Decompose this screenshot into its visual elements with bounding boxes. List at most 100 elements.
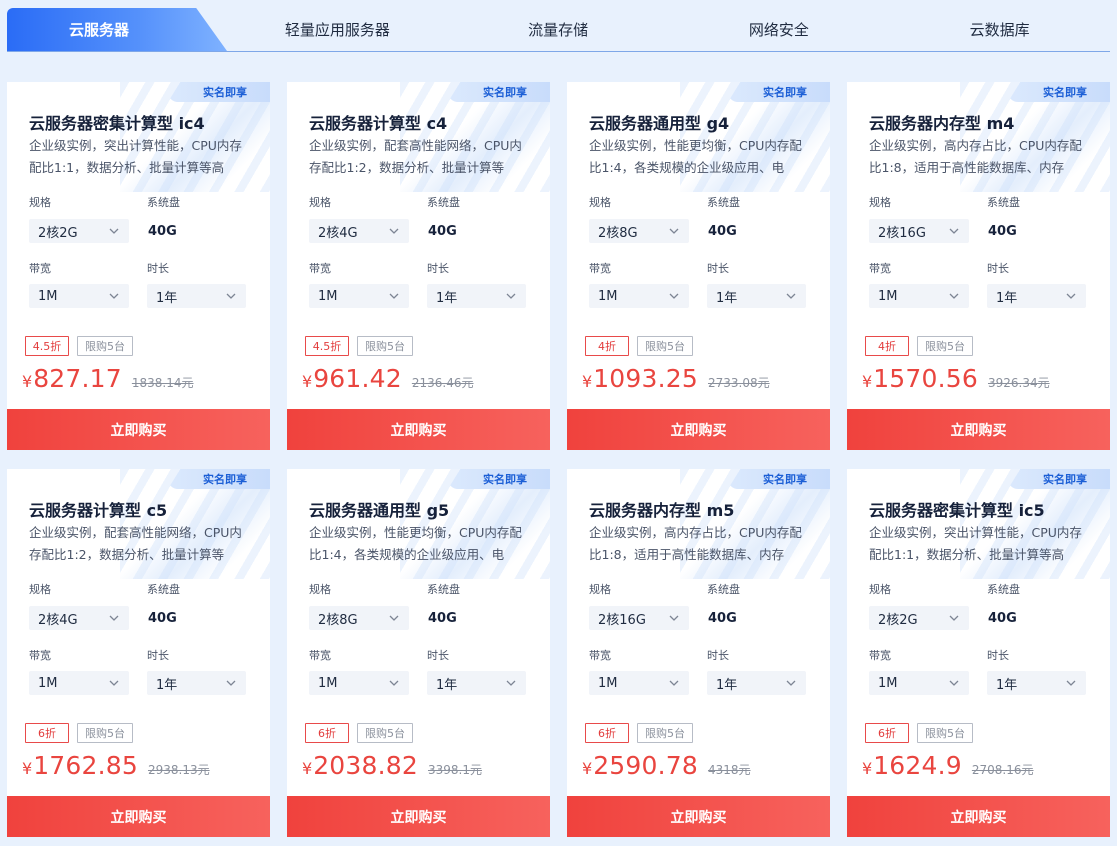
duration-select[interactable]: 1年 <box>987 671 1086 695</box>
chevron-down-icon <box>109 228 119 234</box>
verified-badge: 实名即享 <box>728 82 830 102</box>
spec-select[interactable]: 2核4G <box>309 219 409 243</box>
duration-select[interactable]: 1年 <box>147 284 246 308</box>
price-row: ¥ 1570.56 3926.34元 <box>862 364 1050 393</box>
chevron-down-icon <box>949 293 959 299</box>
bandwidth-select[interactable]: 1M <box>589 284 689 308</box>
duration-value: 1年 <box>156 290 178 306</box>
discount-badge: 4.5折 <box>305 336 349 356</box>
spec-label: 规格 <box>29 583 51 596</box>
spec-value: 2核2G <box>38 225 78 241</box>
product-description: 企业级实例，突出计算性能，CPU内存配比1:1，数据分析、批量计算等高 <box>869 525 1082 562</box>
buy-now-button[interactable]: 立即购买 <box>287 796 550 837</box>
buy-now-button[interactable]: 立即购买 <box>567 796 830 837</box>
duration-label: 时长 <box>707 649 729 662</box>
currency-symbol: ¥ <box>22 372 33 391</box>
discount-badge: 6折 <box>305 723 349 743</box>
disk-label: 系统盘 <box>427 583 460 596</box>
duration-value: 1年 <box>436 290 458 306</box>
chevron-down-icon <box>389 293 399 299</box>
chevron-down-icon <box>949 680 959 686</box>
bandwidth-select[interactable]: 1M <box>869 284 969 308</box>
currency-symbol: ¥ <box>862 759 873 778</box>
bandwidth-value: 1M <box>598 288 618 304</box>
bandwidth-label: 带宽 <box>589 649 611 662</box>
purchase-limit-badge: 限购5台 <box>917 336 973 356</box>
verified-badge: 实名即享 <box>1008 469 1110 489</box>
price-row: ¥ 1093.25 2733.08元 <box>582 364 770 393</box>
bandwidth-value: 1M <box>318 675 338 691</box>
product-description: 企业级实例，性能更均衡，CPU内存配比1:4，各类规模的企业级应用、电 <box>589 138 802 175</box>
bandwidth-label: 带宽 <box>29 649 51 662</box>
spec-select[interactable]: 2核16G <box>869 219 969 243</box>
product-description: 企业级实例，配套高性能网络，CPU内存配比1:2，数据分析、批量计算等 <box>29 525 242 562</box>
sale-price: 827.17 <box>33 364 122 393</box>
tab-lightweight-server[interactable]: 轻量应用服务器 <box>227 8 448 51</box>
disk-label: 系统盘 <box>707 583 740 596</box>
spec-select[interactable]: 2核8G <box>589 219 689 243</box>
product-card: 实名即享 云服务器通用型 g5 企业级实例，性能更均衡，CPU内存配比1:4，各… <box>287 469 550 837</box>
discount-badge: 6折 <box>25 723 69 743</box>
spec-select[interactable]: 2核2G <box>29 219 129 243</box>
sale-price: 1570.56 <box>873 364 978 393</box>
chevron-down-icon <box>1066 680 1076 686</box>
bandwidth-label: 带宽 <box>869 649 891 662</box>
spec-select[interactable]: 2核8G <box>309 606 409 630</box>
sale-price: 2590.78 <box>593 751 698 780</box>
chevron-down-icon <box>1066 293 1076 299</box>
currency-symbol: ¥ <box>862 372 873 391</box>
bandwidth-select[interactable]: 1M <box>309 284 409 308</box>
duration-select[interactable]: 1年 <box>427 671 526 695</box>
discount-badge: 4.5折 <box>25 336 69 356</box>
duration-select[interactable]: 1年 <box>707 284 806 308</box>
duration-select[interactable]: 1年 <box>427 284 526 308</box>
duration-select[interactable]: 1年 <box>987 284 1086 308</box>
tab-traffic-storage[interactable]: 流量存储 <box>448 8 669 51</box>
disk-label: 系统盘 <box>147 583 180 596</box>
price-row: ¥ 2590.78 4318元 <box>582 751 751 780</box>
verified-badge: 实名即享 <box>448 469 550 489</box>
tab-cloud-server[interactable]: 云服务器 <box>7 8 227 51</box>
buy-now-button[interactable]: 立即购买 <box>847 796 1110 837</box>
duration-select[interactable]: 1年 <box>707 671 806 695</box>
chevron-down-icon <box>506 680 516 686</box>
buy-now-button[interactable]: 立即购买 <box>567 409 830 450</box>
sale-price: 961.42 <box>313 364 402 393</box>
purchase-limit-badge: 限购5台 <box>357 723 413 743</box>
currency-symbol: ¥ <box>582 372 593 391</box>
buy-now-button[interactable]: 立即购买 <box>847 409 1110 450</box>
purchase-limit-badge: 限购5台 <box>77 723 133 743</box>
bandwidth-select[interactable]: 1M <box>29 671 129 695</box>
buy-now-button[interactable]: 立即购买 <box>287 409 550 450</box>
disk-value: 40G <box>988 611 1017 626</box>
product-title: 云服务器计算型 c4 <box>309 114 448 133</box>
bandwidth-select[interactable]: 1M <box>29 284 129 308</box>
verified-badge: 实名即享 <box>168 469 270 489</box>
buy-now-button[interactable]: 立即购买 <box>7 796 270 837</box>
bandwidth-select[interactable]: 1M <box>589 671 689 695</box>
verified-badge: 实名即享 <box>1008 82 1110 102</box>
product-description: 企业级实例，高内存占比，CPU内存配比1:8，适用于高性能数据库、内存 <box>869 138 1082 175</box>
tab-cloud-database[interactable]: 云数据库 <box>889 8 1110 51</box>
bandwidth-select[interactable]: 1M <box>309 671 409 695</box>
duration-label: 时长 <box>707 262 729 275</box>
product-description: 企业级实例，配套高性能网络，CPU内存配比1:2，数据分析、批量计算等 <box>309 138 522 175</box>
discount-badge: 6折 <box>585 723 629 743</box>
chevron-down-icon <box>669 228 679 234</box>
bandwidth-select[interactable]: 1M <box>869 671 969 695</box>
bandwidth-label: 带宽 <box>589 262 611 275</box>
bandwidth-label: 带宽 <box>309 262 331 275</box>
tab-network-security[interactable]: 网络安全 <box>669 8 890 51</box>
disk-value: 40G <box>148 224 177 239</box>
chevron-down-icon <box>226 680 236 686</box>
duration-select[interactable]: 1年 <box>147 671 246 695</box>
spec-select[interactable]: 2核16G <box>589 606 689 630</box>
original-price: 2708.16元 <box>971 763 1034 777</box>
original-price: 2136.46元 <box>411 376 474 390</box>
buy-now-button[interactable]: 立即购买 <box>7 409 270 450</box>
spec-select[interactable]: 2核2G <box>869 606 969 630</box>
spec-label: 规格 <box>589 583 611 596</box>
spec-select[interactable]: 2核4G <box>29 606 129 630</box>
price-row: ¥ 827.17 1838.14元 <box>22 364 194 393</box>
spec-label: 规格 <box>309 583 331 596</box>
